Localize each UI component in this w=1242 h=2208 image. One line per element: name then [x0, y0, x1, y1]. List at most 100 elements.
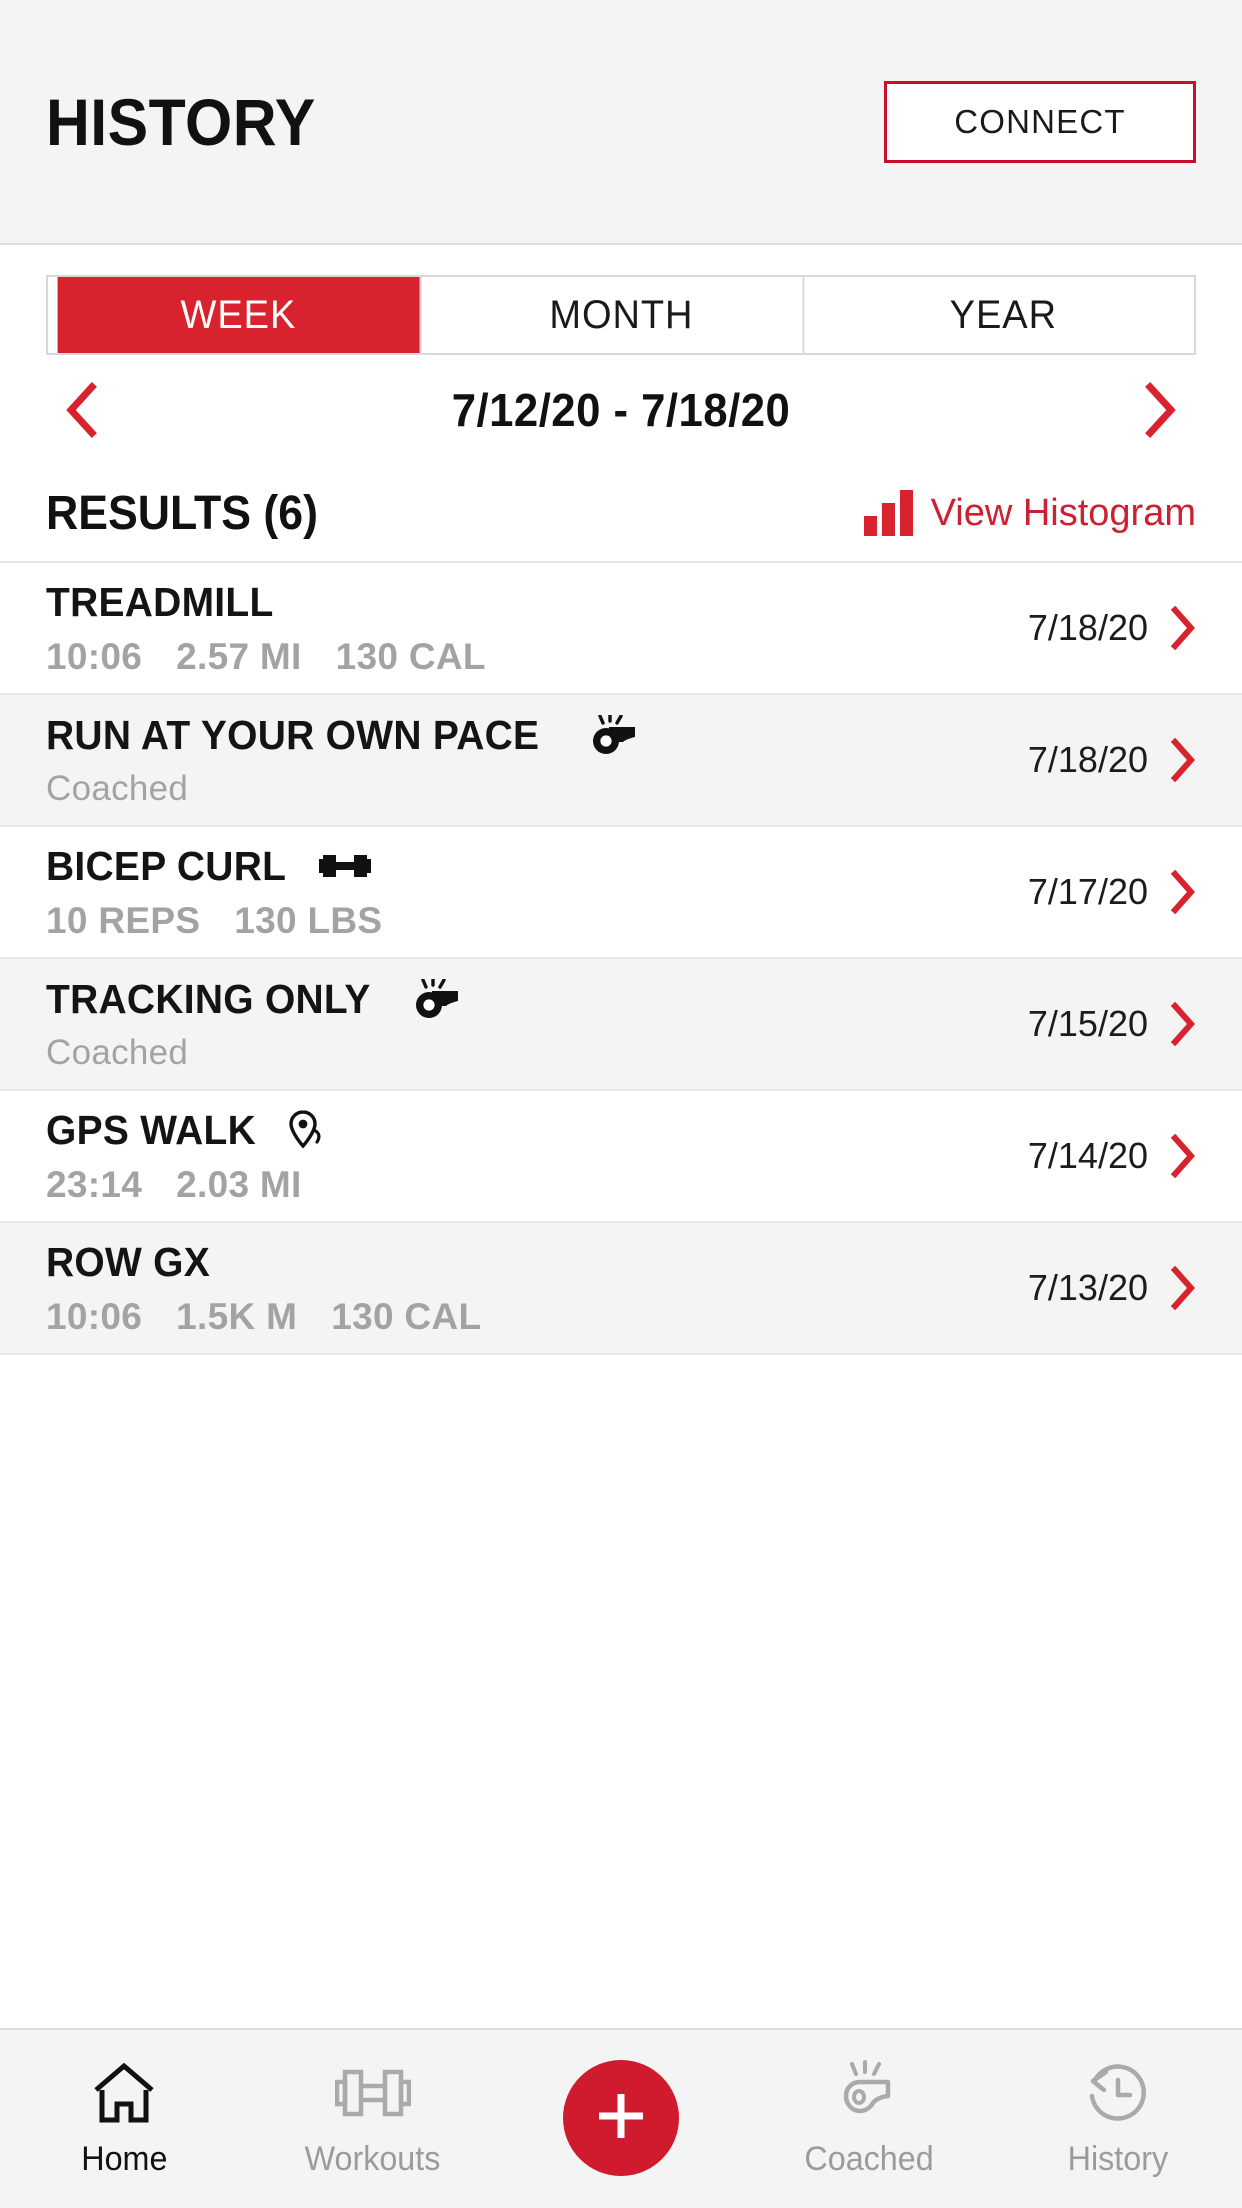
workout-subtitle: Coached — [46, 1032, 189, 1072]
workout-info: ROW GX 10:06 1.5K M 130 CAL — [46, 1239, 1028, 1338]
workout-subtitle: Coached — [46, 768, 189, 808]
app-header: HISTORY CONNECT — [0, 0, 1242, 245]
period-tabs-container: WEEK MONTH YEAR — [0, 245, 1242, 355]
tab-month[interactable]: MONTH — [440, 277, 804, 353]
location-pin-icon — [287, 1110, 333, 1150]
view-histogram-button[interactable]: View Histogram — [863, 490, 1196, 536]
chevron-right-icon — [1144, 382, 1178, 438]
clock-history-icon — [1084, 2058, 1152, 2128]
nav-label-history: History — [1067, 2140, 1168, 2178]
chevron-left-icon — [64, 382, 98, 438]
workout-date: 7/18/20 — [1027, 739, 1148, 780]
workout-title-line: TREADMILL — [46, 579, 1028, 626]
table-row[interactable]: RUN AT YOUR OWN PACE Coached 7/18/20 — [0, 695, 1242, 827]
nav-label-coached: Coached — [804, 2140, 935, 2178]
workout-meta: 7/13/20 — [1028, 1266, 1196, 1310]
workout-title-line: RUN AT YOUR OWN PACE — [46, 712, 1028, 759]
workout-title-line: TRACKING ONLY — [46, 976, 1028, 1023]
workout-metrics: 10:06 2.57 MI 130 CAL — [46, 636, 1028, 678]
metric-duration: 23:14 — [46, 1163, 143, 1205]
nav-item-workouts[interactable]: Workouts — [273, 2058, 473, 2179]
metric-distance: 2.57 MI — [176, 635, 302, 677]
workout-info: RUN AT YOUR OWN PACE Coached — [46, 712, 1028, 809]
table-row[interactable]: BICEP CURL 10 REPS 130 LBS 7/17/20 — [0, 827, 1242, 959]
nav-label-home: Home — [81, 2140, 168, 2178]
workout-date: 7/17/20 — [1027, 871, 1148, 912]
results-header: RESULTS (6) View Histogram — [0, 465, 1242, 563]
workout-metrics: 10 REPS 130 LBS — [46, 900, 1028, 942]
whistle-icon — [585, 715, 639, 755]
date-navigation: 7/12/20 - 7/18/20 — [0, 355, 1242, 465]
workout-metrics: 10:06 1.5K M 130 CAL — [46, 1296, 1028, 1338]
date-range-label: 7/12/20 - 7/18/20 — [451, 384, 791, 436]
nav-item-coached[interactable]: Coached — [769, 2058, 969, 2179]
table-row[interactable]: TREADMILL 10:06 2.57 MI 130 CAL 7/18/20 — [0, 563, 1242, 695]
workout-list: TREADMILL 10:06 2.57 MI 130 CAL 7/18/20 … — [0, 563, 1242, 2028]
workout-date: 7/13/20 — [1027, 1267, 1148, 1308]
metric-calories: 130 CAL — [331, 1295, 482, 1337]
whistle-outline-icon — [834, 2058, 904, 2128]
page-title: HISTORY — [46, 84, 316, 159]
previous-period-button[interactable] — [46, 382, 116, 438]
nav-item-history[interactable]: History — [1018, 2058, 1218, 2179]
workout-date: 7/18/20 — [1027, 607, 1148, 648]
chevron-right-icon[interactable] — [1170, 870, 1196, 914]
plus-icon — [591, 2086, 651, 2151]
workout-title: TREADMILL — [46, 578, 274, 625]
metric-distance: 2.03 MI — [176, 1163, 302, 1205]
period-tabs: WEEK MONTH YEAR — [46, 275, 1196, 355]
view-histogram-label: View Histogram — [930, 491, 1196, 534]
workout-title: ROW GX — [46, 1238, 211, 1285]
workout-info: GPS WALK 23:14 2.03 MI — [46, 1107, 1028, 1206]
workout-title: RUN AT YOUR OWN PACE — [46, 711, 540, 758]
workout-date: 7/15/20 — [1027, 1003, 1148, 1044]
add-workout-button[interactable] — [562, 2060, 679, 2176]
workout-subtitle-container: Coached — [46, 769, 1028, 809]
connect-button[interactable]: CONNECT — [884, 80, 1196, 163]
home-icon — [90, 2058, 158, 2128]
workout-subtitle-container: Coached — [46, 1033, 1028, 1073]
workout-info: TREADMILL 10:06 2.57 MI 130 CAL — [46, 579, 1028, 678]
results-count-label: RESULTS (6) — [46, 486, 318, 540]
workout-metrics: 23:14 2.03 MI — [46, 1164, 1028, 1206]
workout-title: BICEP CURL — [46, 842, 287, 889]
chevron-right-icon[interactable] — [1170, 1266, 1196, 1310]
metric-distance: 1.5K M — [176, 1295, 298, 1337]
nav-item-home[interactable]: Home — [24, 2058, 224, 2179]
chevron-right-icon[interactable] — [1170, 738, 1196, 782]
workout-info: BICEP CURL 10 REPS 130 LBS — [46, 843, 1028, 942]
metric-weight: 130 LBS — [234, 899, 383, 941]
workout-meta: 7/18/20 — [1028, 738, 1196, 782]
next-period-button[interactable] — [1126, 382, 1196, 438]
nav-item-add[interactable] — [521, 2058, 721, 2176]
table-row[interactable]: TRACKING ONLY Coached 7/15/20 — [0, 959, 1242, 1091]
dumbbell-icon — [318, 849, 371, 883]
whistle-icon — [408, 979, 462, 1019]
workout-meta: 7/17/20 — [1028, 870, 1196, 914]
app-screen: HISTORY CONNECT WEEK MONTH YEAR 7/12/20 … — [0, 0, 1242, 2208]
workout-date: 7/14/20 — [1027, 1135, 1148, 1176]
bottom-navigation: Home Workouts Coached History — [0, 2028, 1242, 2208]
chevron-right-icon[interactable] — [1170, 1134, 1196, 1178]
metric-calories: 130 CAL — [335, 635, 486, 677]
dumbbell-outline-icon — [334, 2058, 411, 2128]
tab-week[interactable]: WEEK — [57, 277, 422, 353]
nav-label-workouts: Workouts — [304, 2140, 441, 2178]
workout-title: TRACKING ONLY — [46, 975, 371, 1022]
metric-duration: 10:06 — [46, 1295, 143, 1337]
metric-duration: 10:06 — [46, 635, 143, 677]
metric-reps: 10 REPS — [46, 899, 201, 941]
workout-title-line: GPS WALK — [46, 1107, 1028, 1154]
workout-title-line: BICEP CURL — [46, 843, 1028, 890]
workout-title-line: ROW GX — [46, 1239, 1028, 1286]
workout-meta: 7/14/20 — [1028, 1134, 1196, 1178]
tab-year[interactable]: YEAR — [823, 277, 1185, 353]
workout-meta: 7/18/20 — [1028, 606, 1196, 650]
chevron-right-icon[interactable] — [1170, 1002, 1196, 1046]
chevron-right-icon[interactable] — [1170, 606, 1196, 650]
table-row[interactable]: GPS WALK 23:14 2.03 MI 7/14/20 — [0, 1091, 1242, 1223]
table-row[interactable]: ROW GX 10:06 1.5K M 130 CAL 7/13/20 — [0, 1223, 1242, 1355]
bar-chart-icon — [863, 490, 913, 536]
workout-title: GPS WALK — [46, 1106, 257, 1153]
workout-info: TRACKING ONLY Coached — [46, 976, 1028, 1073]
